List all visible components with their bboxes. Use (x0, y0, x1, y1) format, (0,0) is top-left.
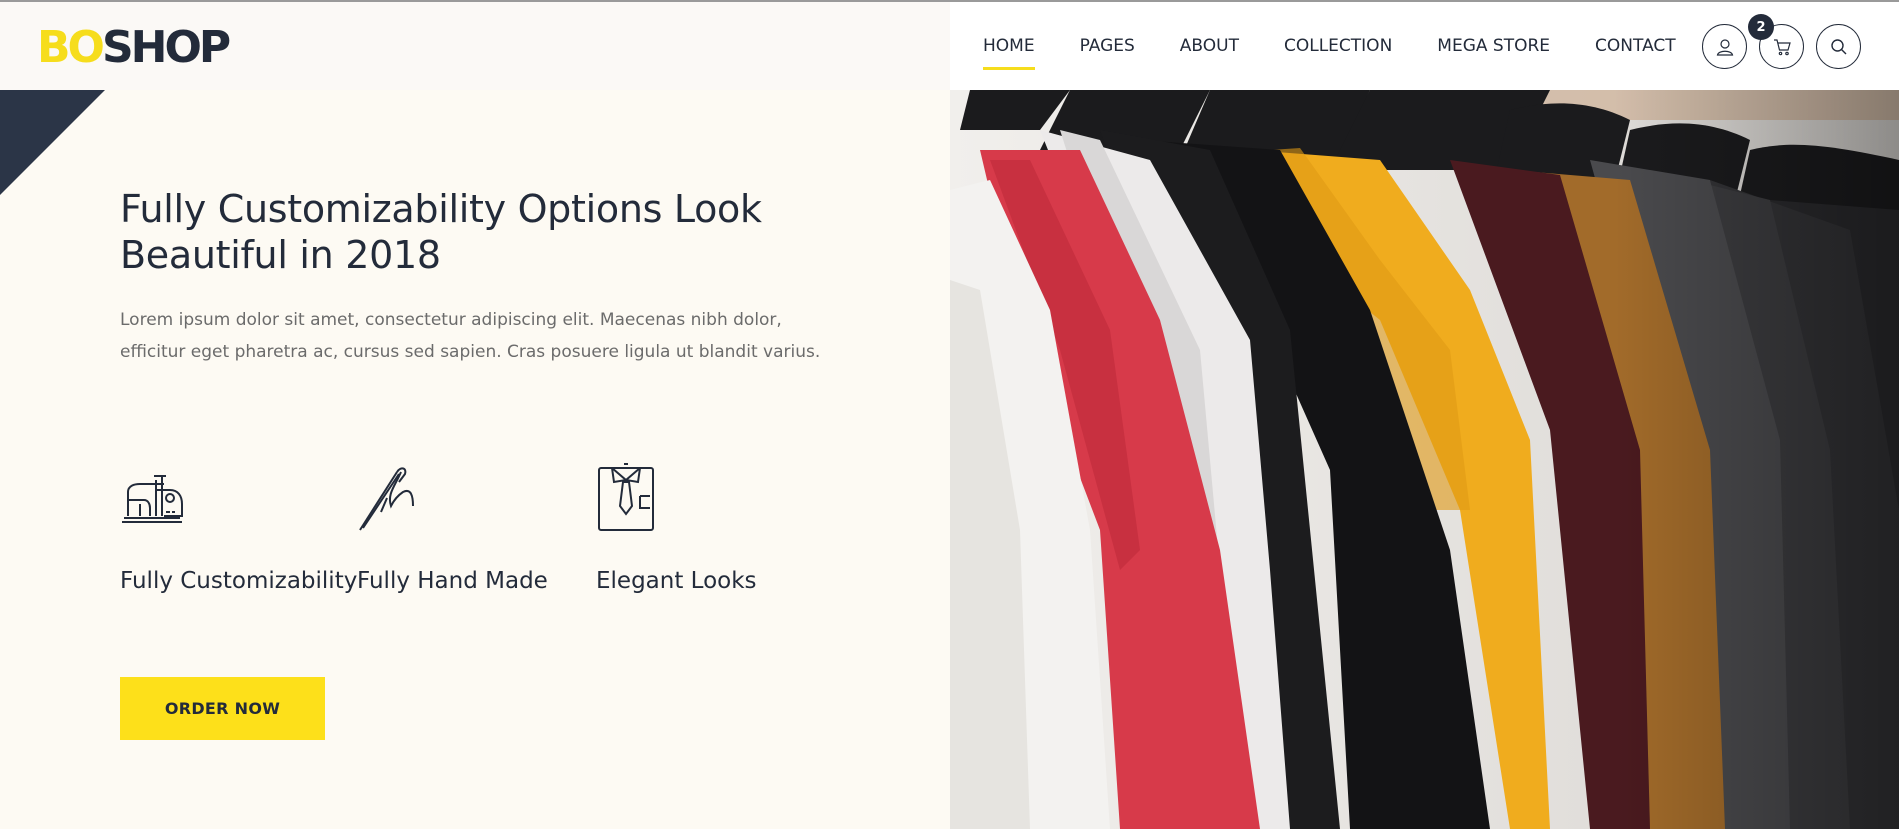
brand-logo[interactable]: BOSHOP (37, 22, 231, 73)
nav-item-collection[interactable]: COLLECTION (1284, 2, 1392, 90)
logo-part-shop: SHOP (101, 22, 231, 73)
hero-title: Fully Customizability Options Look Beaut… (120, 187, 762, 277)
hero-image (950, 90, 1899, 829)
feature-label-hand-made: Fully Hand Made (357, 568, 548, 594)
site-header: BOSHOP HOME PAGES ABOUT COLLECTION MEGA … (0, 2, 1899, 90)
needle-thread-icon (359, 467, 414, 531)
decorative-corner (0, 90, 105, 195)
feature-hand-made: Fully Hand Made (357, 462, 548, 594)
cart-icon (1773, 38, 1791, 55)
nav-item-mega-store[interactable]: MEGA STORE (1437, 2, 1550, 90)
cart-count-badge: 2 (1748, 14, 1774, 40)
main-nav: HOME PAGES ABOUT COLLECTION MEGA STORE C… (983, 2, 1721, 90)
search-button[interactable] (1816, 24, 1861, 69)
order-now-button[interactable]: ORDER NOW (120, 677, 325, 740)
shirt-tie-icon (598, 463, 654, 531)
account-button[interactable] (1702, 24, 1747, 69)
feature-customizability: Fully Customizability (120, 462, 357, 594)
nav-item-home[interactable]: HOME (983, 2, 1035, 90)
hero-description: Lorem ipsum dolor sit amet, consectetur … (120, 310, 821, 362)
feature-label-customizability: Fully Customizability (120, 568, 358, 594)
user-icon (1716, 38, 1733, 56)
nav-item-about[interactable]: ABOUT (1180, 2, 1239, 90)
shirts-image (950, 90, 1899, 829)
feature-label-elegant-looks: Elegant Looks (596, 568, 757, 594)
nav-item-pages[interactable]: PAGES (1080, 2, 1135, 90)
feature-elegant-looks: Elegant Looks (596, 462, 757, 594)
nav-item-contact[interactable]: CONTACT (1595, 2, 1676, 90)
logo-part-bo: BO (37, 22, 105, 73)
search-icon (1830, 38, 1846, 54)
sewing-machine-icon (122, 475, 183, 523)
